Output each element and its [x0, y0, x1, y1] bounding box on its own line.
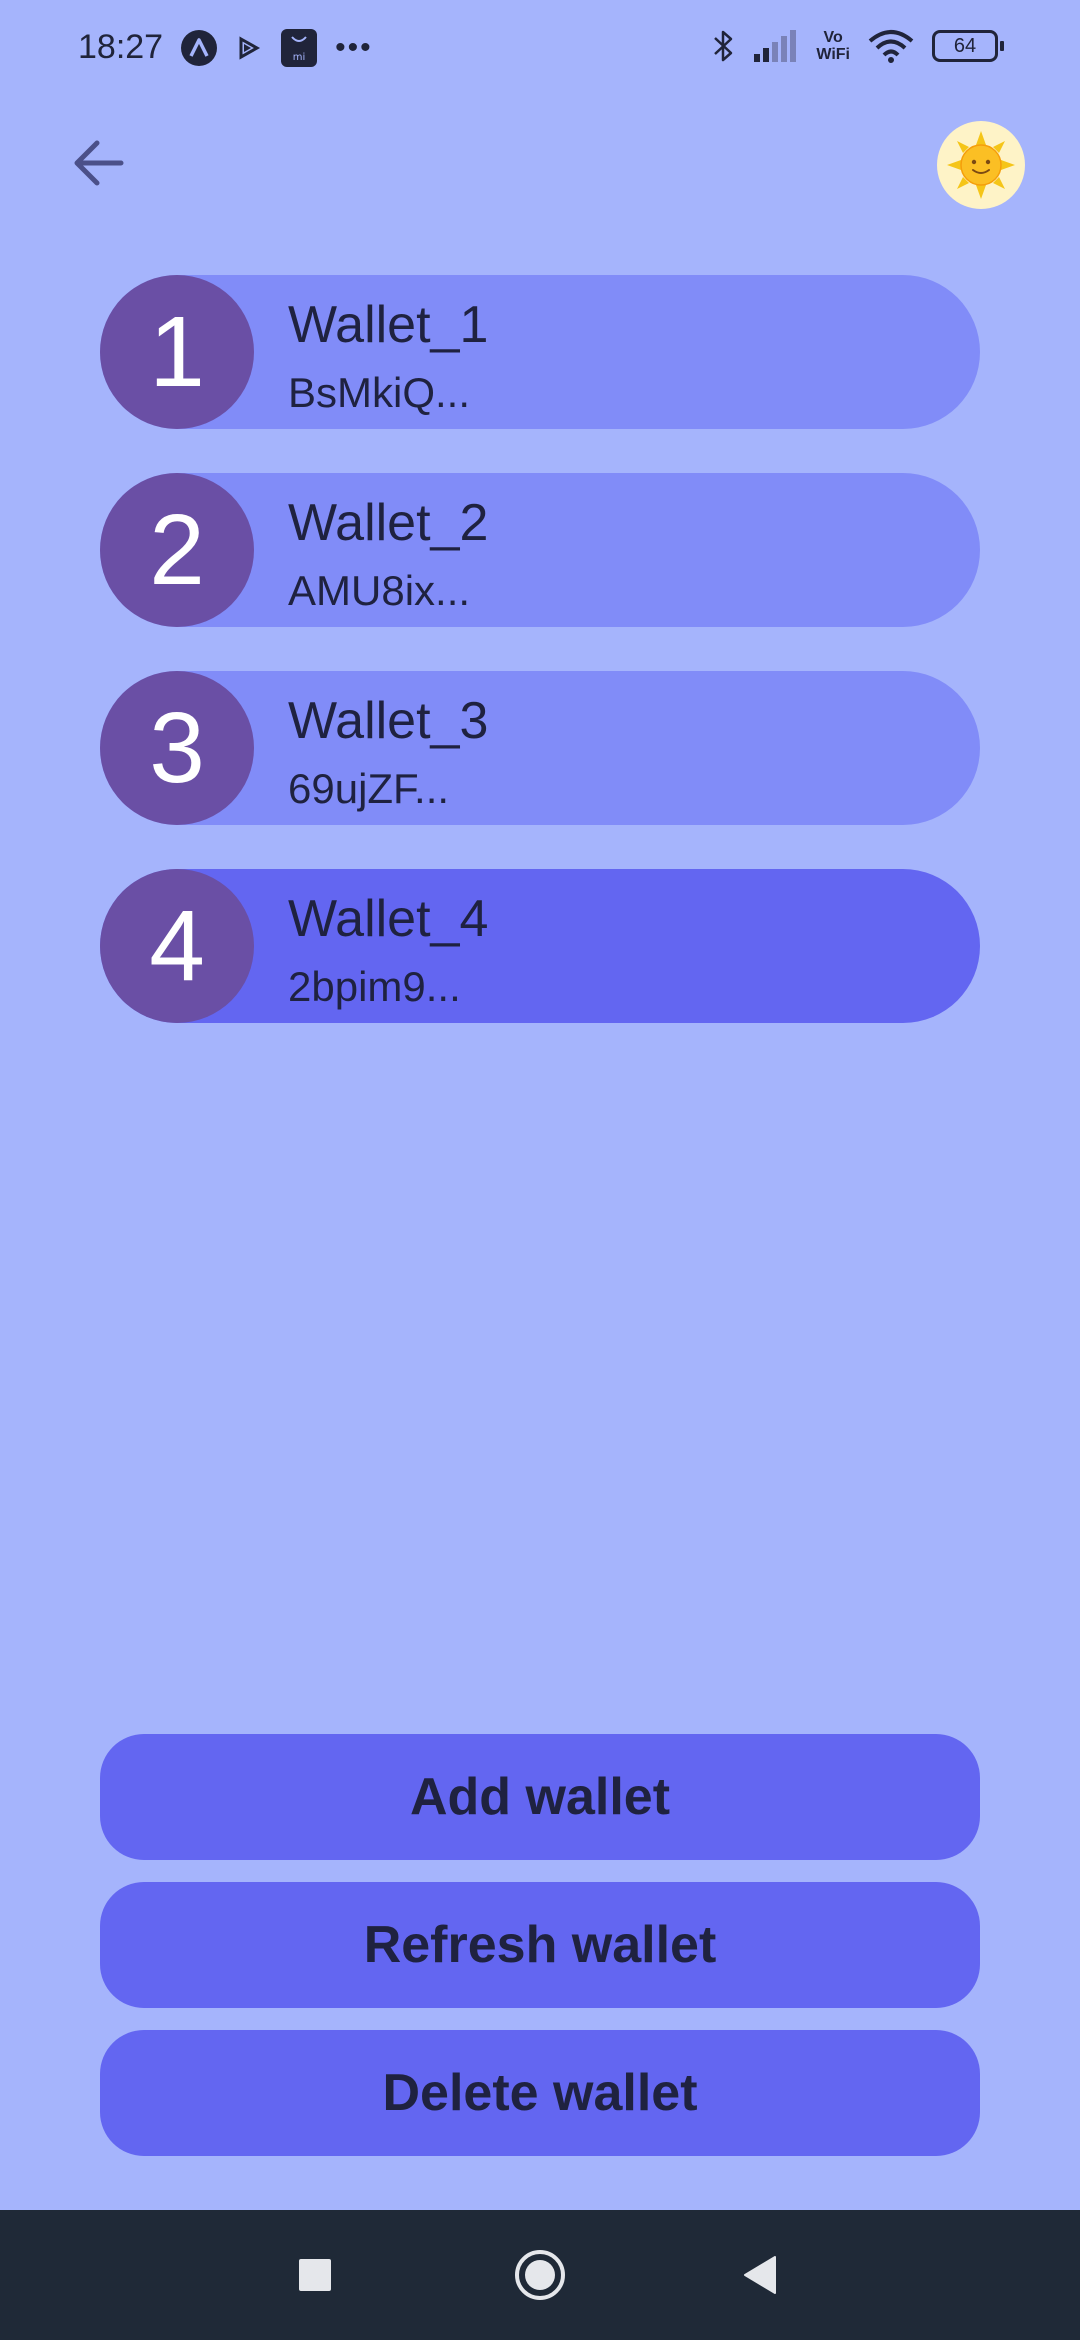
wifi-icon: [868, 29, 914, 63]
wallet-actions: Add wallet Refresh wallet Delete wallet: [100, 1734, 980, 2178]
back-button[interactable]: [66, 130, 132, 196]
nav-back-button[interactable]: [725, 2240, 795, 2310]
wallet-number-badge: 4: [100, 869, 254, 1023]
arc-app-icon: [181, 29, 218, 66]
wallet-item-1[interactable]: 1 Wallet_1 BsMkiQ...: [100, 275, 980, 429]
wallet-number-badge: 2: [100, 473, 254, 627]
bluetooth-icon: [712, 28, 736, 64]
navigation-bar: [0, 2210, 1080, 2340]
delete-wallet-button[interactable]: Delete wallet: [100, 2030, 980, 2156]
battery-icon: 64: [932, 30, 1004, 62]
wallet-name: Wallet_4: [288, 890, 489, 948]
status-right: Vo WiFi 64: [712, 28, 1004, 64]
svg-text:mi: mi: [293, 52, 306, 63]
triangle-back-icon: [744, 2256, 776, 2294]
arrow-left-icon: [74, 140, 124, 186]
refresh-wallet-button[interactable]: Refresh wallet: [100, 1882, 980, 2008]
theme-toggle-button[interactable]: [937, 121, 1025, 209]
square-icon: [299, 2259, 331, 2291]
status-left: 18:27 mi •••: [78, 28, 373, 67]
wallet-item-2[interactable]: 2 Wallet_2 AMU8ix...: [100, 473, 980, 627]
wallet-address: BsMkiQ...: [288, 369, 471, 416]
wallet-name: Wallet_3: [288, 692, 489, 750]
more-notifications-icon: •••: [335, 30, 373, 64]
battery-cap: [1000, 41, 1004, 51]
wallet-address: 2bpim9...: [288, 963, 461, 1010]
add-wallet-button[interactable]: Add wallet: [100, 1734, 980, 1860]
recents-button[interactable]: [280, 2240, 350, 2310]
vowifi-top: Vo: [823, 29, 843, 46]
wallet-list: 1 Wallet_1 BsMkiQ... 2 Wallet_2 AMU8ix..…: [100, 275, 980, 1067]
play-icon: [235, 34, 263, 62]
wallet-name: Wallet_1: [288, 296, 489, 354]
wallet-number-badge: 3: [100, 671, 254, 825]
wallet-number-badge: 1: [100, 275, 254, 429]
home-button[interactable]: [505, 2240, 575, 2310]
wallet-address: AMU8ix...: [288, 567, 471, 614]
mi-store-icon: mi: [281, 28, 318, 67]
signal-icon: [754, 30, 798, 62]
vowifi-icon: Vo WiFi: [816, 29, 850, 63]
wallet-name: Wallet_2: [288, 494, 489, 552]
wallet-item-3[interactable]: 3 Wallet_3 69ujZF...: [100, 671, 980, 825]
circle-icon: [515, 2250, 565, 2300]
sun-icon: [947, 131, 1015, 199]
wallet-item-4[interactable]: 4 Wallet_4 2bpim9...: [100, 869, 980, 1023]
status-bar: 18:27 mi ••• Vo WiFi 64: [0, 0, 1080, 96]
wallet-address: 69ujZF...: [288, 765, 450, 812]
status-time: 18:27: [78, 28, 164, 66]
vowifi-bottom: WiFi: [816, 46, 850, 63]
battery-level: 64: [932, 30, 998, 62]
